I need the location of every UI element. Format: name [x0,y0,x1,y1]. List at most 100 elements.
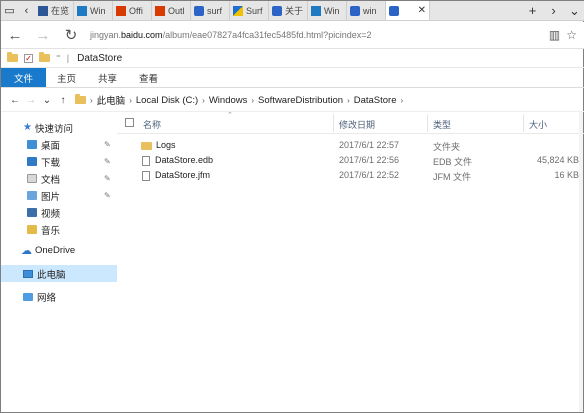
browser-tab-active[interactable]: ✕ [386,1,430,20]
browser-tab[interactable]: 关于 [269,1,308,20]
nav-this-pc[interactable]: 此电脑 [1,265,117,282]
scroll-tabs-left-icon[interactable]: ‹ [18,1,35,20]
url-path: /album/eae07827a4fca31fec5485fd.html?pic… [162,30,372,40]
nav-item-music[interactable]: 音乐 [1,221,117,238]
explorer-title-bar: ✓ ⁼ | DataStore [1,49,584,68]
browser-tab[interactable]: Win [74,1,113,20]
close-tab-icon[interactable]: ✕ [418,5,426,16]
file-type: 文件夹 [433,142,461,152]
videos-icon [27,208,37,217]
nav-label: 下载 [41,157,61,169]
breadcrumb-separator-icon[interactable]: › [347,96,350,105]
select-all-checkbox[interactable] [125,118,134,127]
nav-label: 桌面 [41,140,61,152]
tab-strip-controls: + › ⌄ [522,1,584,20]
desktop-icon [27,140,37,149]
tab-overflow-icon[interactable]: ⌄ [564,1,584,20]
nav-item-downloads[interactable]: 下载 ✎ [1,153,117,170]
recent-locations-icon[interactable]: ⌄ [39,95,55,106]
browser-address-bar: ← → ↻ jingyan.baidu.com/album/eae07827a4… [1,22,584,49]
tab-view[interactable]: 查看 [128,68,169,87]
tab-label: 关于 [285,6,304,16]
scroll-tabs-right-icon[interactable]: › [543,1,564,20]
tab-label: Win [324,5,340,16]
browser-tab[interactable]: win [347,1,386,20]
forward-arrow-icon[interactable]: → [23,95,39,106]
url-field[interactable]: jingyan.baidu.com/album/eae07827a4fca31f… [85,30,549,40]
navigation-pane: ★ 快速访问 桌面 ✎ 下载 ✎ 文档 ✎ 图片 ✎ 视频 音乐 ☁ OneDrive 此电… [1,119,117,413]
table-row[interactable]: Logs 2017/6/1 22:57 文件夹 [117,138,584,153]
tab-label: 在览 [51,6,70,16]
baidu-paw-icon [194,5,204,16]
favorite-star-icon[interactable]: ☆ [566,28,577,42]
column-divider[interactable] [523,114,524,132]
window-title: DataStore [77,52,123,64]
file-date: 2017/6/1 22:52 [339,170,400,180]
vertical-scrollbar[interactable] [579,112,583,412]
browser-tab[interactable]: Win [308,1,347,20]
reading-view-icon[interactable]: ▥ [549,28,560,42]
breadcrumb-item[interactable]: SoftwareDistribution [258,95,343,106]
tab-label: Outl [168,5,185,16]
back-arrow-icon[interactable]: ← [7,95,23,106]
browser-tab[interactable]: surf [191,1,230,20]
browser-tab[interactable]: Offi [113,1,152,20]
file-name: DataStore.jfm [155,170,211,180]
column-name[interactable]: 名称 [143,118,161,131]
file-name-cell: DataStore.jfm [142,170,210,181]
nav-network[interactable]: 网络 [1,288,117,305]
documents-icon [27,174,37,183]
breadcrumb-item[interactable]: Windows [209,95,248,106]
browser-tab[interactable]: Surf [230,1,269,20]
column-date[interactable]: 修改日期 [339,118,375,131]
pin-icon: ✎ [104,140,111,149]
file-name: DataStore.edb [155,155,214,165]
column-type[interactable]: 类型 [433,118,451,131]
column-size[interactable]: 大小 [529,118,547,131]
url-host: baidu.com [121,30,163,40]
table-row[interactable]: DataStore.jfm 2017/6/1 22:52 JFM 文件 16 K… [117,168,584,183]
column-divider[interactable] [427,114,428,132]
refresh-icon[interactable]: ↻ [57,26,85,44]
network-icon [23,292,33,301]
tab-home[interactable]: 主页 [46,68,87,87]
tab-label: surf [207,5,223,16]
properties-icon[interactable]: ✓ [24,53,33,63]
new-folder-icon[interactable] [39,52,50,62]
baidu-paw-icon [272,5,282,16]
nav-item-pictures[interactable]: 图片 ✎ [1,187,117,204]
up-arrow-icon[interactable]: ↑ [55,95,71,106]
breadcrumb-item[interactable]: Local Disk (C:) [136,95,198,106]
breadcrumb-separator-icon[interactable]: › [129,96,132,105]
cloud-icon: ☁ [21,245,32,257]
column-divider[interactable] [333,114,334,132]
tab-share[interactable]: 共享 [87,68,128,87]
ribbon-tabs: 文件 主页 共享 查看 [1,68,584,88]
breadcrumb-item[interactable]: 此电脑 [97,93,126,107]
breadcrumb[interactable]: › 此电脑 › Local Disk (C:) › Windows › Soft… [75,93,403,107]
breadcrumb-separator-icon[interactable]: › [251,96,254,105]
folder-icon [141,141,152,150]
breadcrumb-separator-icon[interactable]: › [401,96,404,105]
tab-label: Surf [246,5,263,16]
breadcrumb-separator-icon[interactable]: › [90,96,93,105]
customize-quick-access-icon[interactable]: ⁼ [56,53,61,64]
back-icon[interactable]: ← [1,27,29,44]
forward-icon[interactable]: → [29,27,57,44]
browser-tab[interactable]: Outl [152,1,191,20]
nav-item-documents[interactable]: 文档 ✎ [1,170,117,187]
tab-file[interactable]: 文件 [1,68,47,87]
browser-tab[interactable]: 在览 [35,1,74,20]
breadcrumb-item[interactable]: DataStore [354,95,397,106]
nav-label: 图片 [41,191,61,203]
nav-item-desktop[interactable]: 桌面 ✎ [1,136,117,153]
nav-onedrive[interactable]: ☁ OneDrive [1,242,117,259]
tab-list-icon[interactable]: ▭ [1,1,18,20]
file-size: 16 KB [554,170,579,180]
nav-quick-access[interactable]: ★ 快速访问 [1,119,117,136]
table-row[interactable]: DataStore.edb 2017/6/1 22:56 EDB 文件 45,8… [117,153,584,168]
breadcrumb-separator-icon[interactable]: › [202,96,205,105]
new-tab-icon[interactable]: + [522,1,543,20]
nav-item-videos[interactable]: 视频 [1,204,117,221]
file-type: EDB 文件 [433,157,473,167]
